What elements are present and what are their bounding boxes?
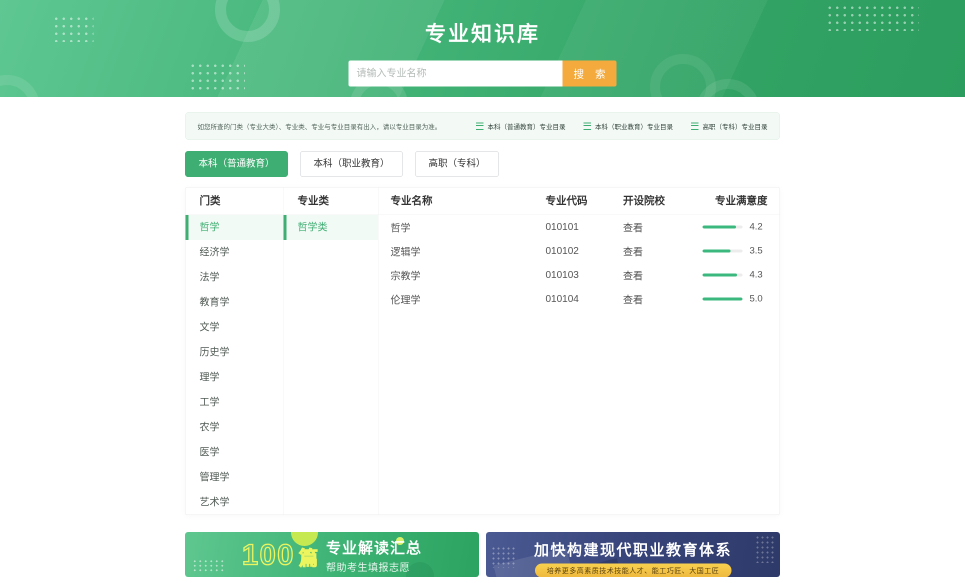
specialty-code: 010104 [546, 293, 624, 305]
search-input[interactable] [349, 61, 563, 87]
hero-header: 专业知识库 搜 索 [0, 0, 965, 97]
satisfaction-value: 4.3 [750, 270, 768, 281]
decor-dot-grid [189, 62, 245, 93]
search-bar: 搜 索 [349, 61, 617, 87]
satisfaction-cell: 3.5 [691, 246, 768, 257]
satisfaction-value: 5.0 [750, 294, 768, 305]
catalog-panel: 门类 哲学经济学法学教育学文学历史学理学工学农学医学管理学艺术学 专业类 哲学类… [185, 187, 780, 515]
category-item[interactable]: 文学 [186, 315, 284, 340]
majors-table-body: 哲学010101查看4.2逻辑学010102查看3.5宗教学010103查看4.… [379, 215, 780, 311]
satisfaction-value: 3.5 [750, 246, 768, 257]
satisfaction-bar-fill [703, 250, 731, 253]
subcategory-column-header: 专业类 [284, 188, 379, 216]
decor-dot-grid [192, 559, 225, 572]
page-title: 专业知识库 [0, 0, 965, 48]
specialty-code: 010101 [546, 221, 624, 233]
banner-right-subtitle: 培养更多高素质技术技能人才、能工巧匠、大国工匠 [535, 564, 732, 578]
category-item[interactable]: 经济学 [186, 240, 284, 265]
majors-table-header: 专业名称 专业代码 开设院校 专业满意度 [379, 188, 780, 216]
category-item[interactable]: 法学 [186, 265, 284, 290]
catalog-link[interactable]: 本科（普通教育）专业目录 [476, 121, 566, 131]
category-list: 哲学经济学法学教育学文学历史学理学工学农学医学管理学艺术学 [186, 215, 284, 515]
specialty-code: 010102 [546, 245, 624, 257]
category-item[interactable]: 艺术学 [186, 490, 284, 515]
satisfaction-bar-fill [703, 226, 737, 229]
banner-left-subtitle: 帮助考生填报志愿 [326, 559, 422, 574]
view-schools-link[interactable]: 查看 [623, 268, 691, 283]
category-item[interactable]: 农学 [186, 415, 284, 440]
subcategory-column: 专业类 哲学类 [284, 188, 379, 515]
table-row: 哲学010101查看 4.2 [379, 215, 780, 239]
specialty-name: 宗教学 [391, 268, 546, 283]
promo-banners: 100 篇 专业解读汇总 帮助考生填报志愿 加快构建现代职业教育体系 培养更多高… [185, 532, 780, 577]
subcategory-item[interactable]: 哲学类 [284, 215, 379, 240]
table-row: 逻辑学010102查看 3.5 [379, 239, 780, 263]
satisfaction-bar-fill [703, 298, 743, 301]
notice-bar: 如您所查的门类（专业大类）、专业类、专业与专业目录有出入，请以专业目录为准。 本… [185, 112, 780, 140]
tab[interactable]: 本科（普通教育） [185, 151, 288, 177]
specialty-name: 逻辑学 [391, 244, 546, 259]
list-icon [583, 122, 591, 130]
view-schools-link[interactable]: 查看 [623, 220, 691, 235]
banner-right-title: 加快构建现代职业教育体系 [486, 538, 780, 560]
tab[interactable]: 本科（职业教育） [300, 151, 403, 177]
specialty-name: 伦理学 [391, 292, 546, 307]
category-column-header: 门类 [186, 188, 284, 216]
category-item[interactable]: 哲学 [186, 215, 284, 240]
catalog-link-label: 本科（职业教育）专业目录 [595, 121, 673, 131]
tab[interactable]: 高职（专科） [415, 151, 499, 177]
decor-ring [0, 75, 40, 97]
tabs: 本科（普通教育） 本科（职业教育） 高职（专科） [185, 151, 780, 177]
catalog-link[interactable]: 高职（专科）专业目录 [691, 121, 768, 131]
view-schools-link[interactable]: 查看 [623, 244, 691, 259]
category-column: 门类 哲学经济学法学教育学文学历史学理学工学农学医学管理学艺术学 [186, 188, 284, 515]
banner-vocational-education[interactable]: 加快构建现代职业教育体系 培养更多高素质技术技能人才、能工巧匠、大国工匠 [486, 532, 780, 577]
catalog-link-label: 高职（专科）专业目录 [702, 121, 767, 131]
satisfaction-bar [703, 298, 743, 301]
banner-count-unit: 篇 [299, 542, 318, 570]
col-header-satisfaction: 专业满意度 [691, 188, 768, 215]
catalog-link-label: 本科（普通教育）专业目录 [487, 121, 565, 131]
specialty-name: 哲学 [391, 220, 546, 235]
banner-major-guides[interactable]: 100 篇 专业解读汇总 帮助考生填报志愿 [185, 532, 479, 577]
notice-text: 如您所查的门类（专业大类）、专业类、专业与专业目录有出入，请以专业目录为准。 [198, 121, 442, 131]
specialty-code: 010103 [546, 269, 624, 281]
col-header-code: 专业代码 [546, 188, 624, 215]
category-item[interactable]: 管理学 [186, 465, 284, 490]
satisfaction-value: 4.2 [750, 222, 768, 233]
banner-left-title: 专业解读汇总 [326, 535, 422, 557]
satisfaction-cell: 4.2 [691, 222, 768, 233]
catalog-link[interactable]: 本科（职业教育）专业目录 [583, 121, 673, 131]
satisfaction-bar [703, 226, 743, 229]
satisfaction-bar [703, 250, 743, 253]
col-header-name: 专业名称 [391, 188, 546, 215]
satisfaction-bar-fill [703, 274, 737, 277]
table-row: 伦理学010104查看 5.0 [379, 287, 780, 311]
catalog-links: 本科（普通教育）专业目录 本科（职业教育）专业目录 高职（专科）专业目录 [476, 121, 768, 131]
satisfaction-cell: 5.0 [691, 294, 768, 305]
satisfaction-bar [703, 274, 743, 277]
category-item[interactable]: 医学 [186, 440, 284, 465]
category-item[interactable]: 历史学 [186, 340, 284, 365]
col-header-schools: 开设院校 [623, 188, 691, 215]
category-item[interactable]: 理学 [186, 365, 284, 390]
list-icon [476, 122, 484, 130]
list-icon [691, 122, 699, 130]
category-item[interactable]: 教育学 [186, 290, 284, 315]
table-row: 宗教学010103查看 4.3 [379, 263, 780, 287]
banner-count: 100 [242, 538, 295, 572]
category-item[interactable]: 工学 [186, 390, 284, 415]
search-button[interactable]: 搜 索 [563, 61, 617, 87]
subcategory-list: 哲学类 [284, 215, 379, 240]
satisfaction-cell: 4.3 [691, 270, 768, 281]
majors-table: 专业名称 专业代码 开设院校 专业满意度 哲学010101查看4.2逻辑学010… [379, 188, 780, 515]
view-schools-link[interactable]: 查看 [623, 292, 691, 307]
